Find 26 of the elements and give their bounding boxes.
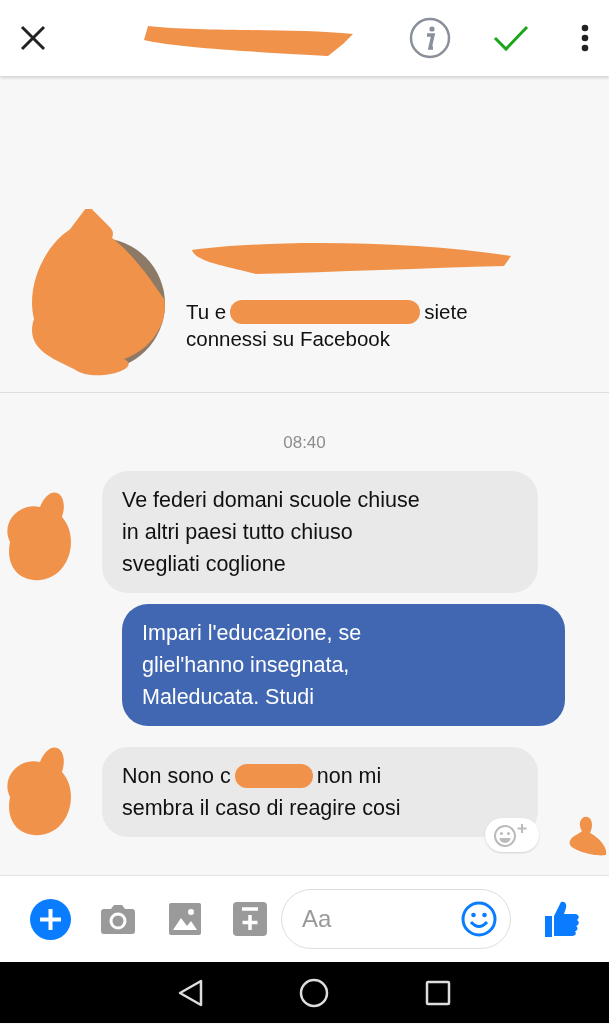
message-text: gliel'hanno insegnata, xyxy=(142,652,350,679)
more-options-icon[interactable] xyxy=(581,24,589,52)
message-text: Maleducata. Studi xyxy=(142,684,315,711)
message-text: sembra il caso di reagire cosi xyxy=(122,795,401,822)
info-icon[interactable] xyxy=(409,17,451,59)
home-icon[interactable] xyxy=(299,977,330,1008)
subtitle-text: Tu e xyxy=(186,299,227,325)
back-icon[interactable] xyxy=(177,978,204,1007)
add-file-icon[interactable] xyxy=(233,902,267,936)
message-text: Non sono c xyxy=(122,763,231,790)
message-text: in altri paesi tutto chiuso xyxy=(122,519,353,546)
message-text: Impari l'educazione, se xyxy=(142,620,362,647)
recent-apps-icon[interactable] xyxy=(425,979,452,1006)
checkmark-icon[interactable] xyxy=(493,24,529,52)
add-icon[interactable] xyxy=(30,898,71,940)
close-icon[interactable] xyxy=(20,25,46,51)
camera-icon[interactable] xyxy=(101,904,135,934)
message-text: Ve federi domani scuole chiuse xyxy=(122,487,420,514)
message-text: svegliati coglione xyxy=(122,551,286,578)
subtitle-text: siete xyxy=(424,299,468,325)
message-input-field[interactable]: Aa xyxy=(281,889,511,949)
timestamp: 08:40 xyxy=(283,433,326,453)
message-text: non mi xyxy=(316,763,382,790)
image-icon[interactable] xyxy=(169,903,201,935)
thumbs-up-icon[interactable] xyxy=(545,900,579,938)
subtitle-text: connessi su Facebook xyxy=(186,326,390,352)
